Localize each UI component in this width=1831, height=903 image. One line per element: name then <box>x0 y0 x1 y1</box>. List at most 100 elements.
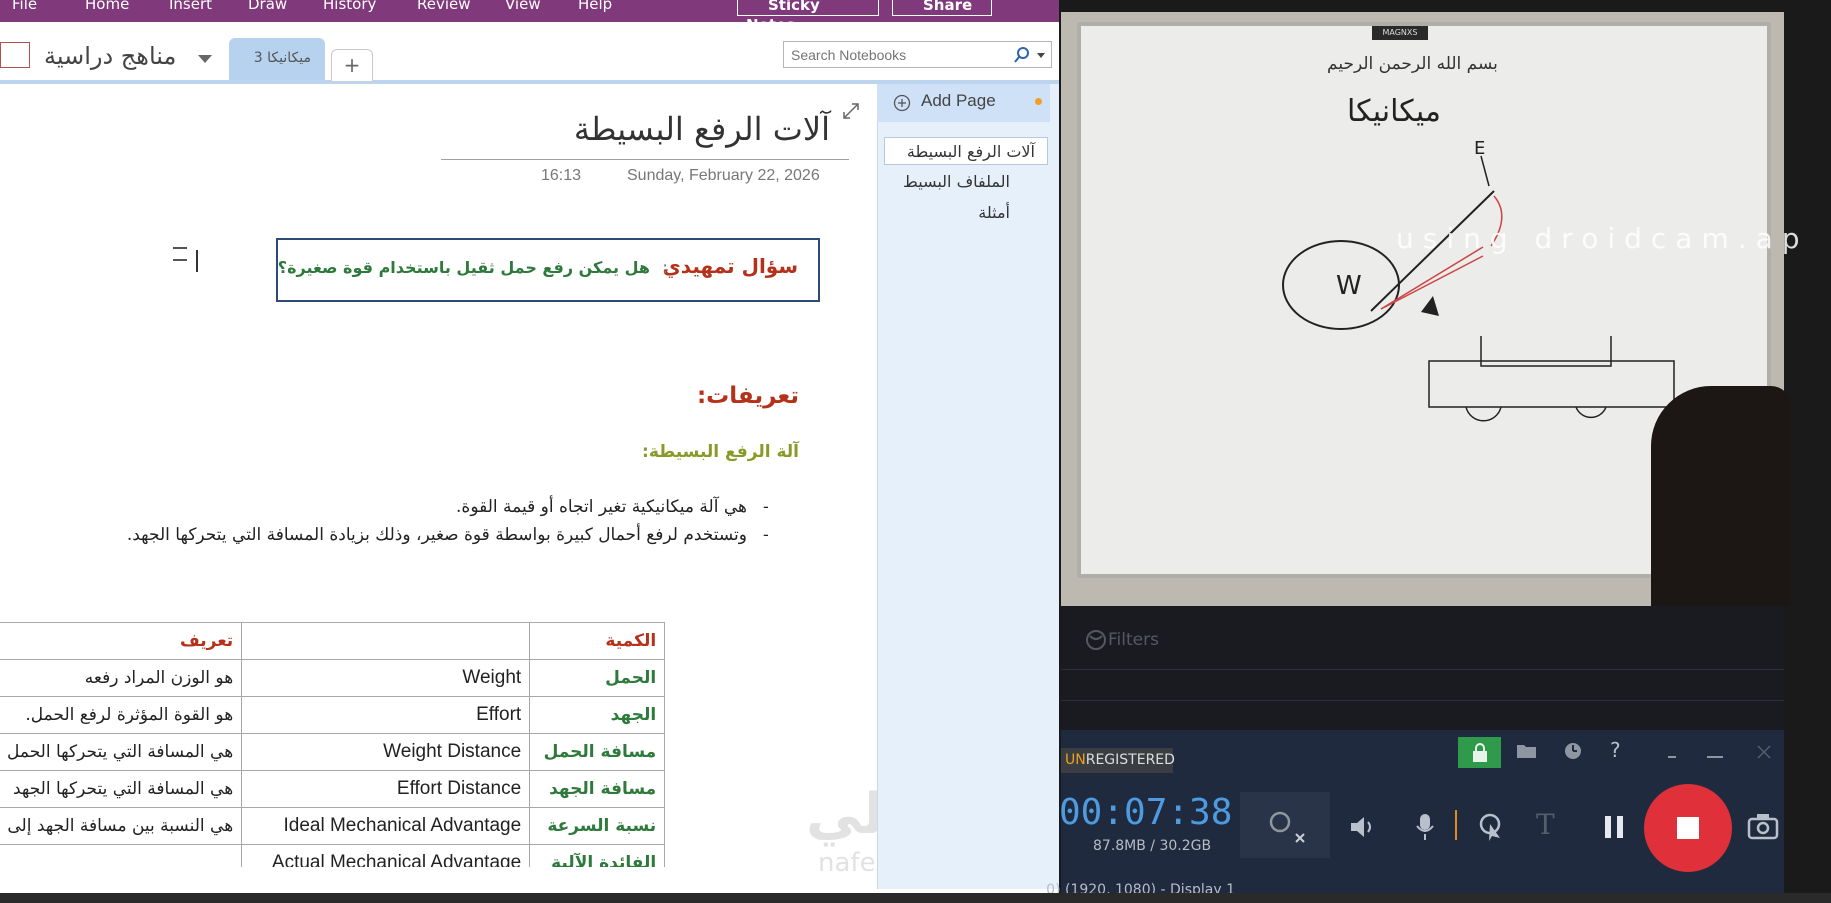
folder-icon[interactable] <box>1516 742 1538 760</box>
add-circle-icon <box>893 94 911 112</box>
menu-history[interactable]: History <box>323 0 376 13</box>
stop-recording-button[interactable] <box>1644 784 1732 872</box>
whiteboard-image: MAGNXS بسم الله الرحمن الرحيم ميكانيكا W… <box>1077 22 1791 606</box>
cell-definition[interactable]: هي المسافة التي يتحركها الحمل <box>0 733 243 771</box>
cell-definition[interactable]: هي النسبة بين مسافة الجهد إلى <box>0 807 243 845</box>
unregistered-suffix: REGISTERED <box>1085 752 1175 768</box>
notebook-selector[interactable]: مناهج دراسية <box>44 42 176 70</box>
bullet-marker: - <box>763 497 769 517</box>
intro-question-box[interactable]: سؤال تمهيدي : هل يمكن رفع حمل ثقيل باستخ… <box>276 238 820 302</box>
close-icon[interactable] <box>1757 745 1771 759</box>
header-quantity[interactable]: الكمية <box>529 622 666 660</box>
search-icon[interactable] <box>1014 47 1030 63</box>
menu-insert[interactable]: Insert <box>169 0 212 13</box>
menu-file[interactable]: File <box>12 0 37 13</box>
add-section-button[interactable]: + <box>331 49 373 81</box>
table-row: هي النسبة بين مسافة الجهد إلى Ideal Mech… <box>0 807 666 845</box>
add-page-label: Add Page <box>921 91 996 110</box>
minimize-icon[interactable] <box>1707 756 1723 758</box>
chevron-down-icon[interactable] <box>198 55 212 63</box>
storage-usage: 87.8MB / 30.2GB <box>1093 838 1212 854</box>
cell-english[interactable]: Weight Distance <box>241 733 531 771</box>
cell-definition[interactable]: هو الوزن المراد رفعه <box>0 659 243 697</box>
cell-english[interactable]: Effort Distance <box>241 770 531 808</box>
search-scope-chevron-icon[interactable] <box>1037 53 1045 58</box>
camera-snapshot-icon[interactable] <box>1747 812 1779 840</box>
unsynced-dot-icon <box>1035 98 1042 105</box>
question-text: هل يمكن رفع حمل ثقيل باستخدام قوة صغيرة؟ <box>277 258 650 277</box>
cell-english[interactable]: Effort <box>241 696 531 734</box>
tab-section-mechanics[interactable]: ميكانيكا 3 <box>229 38 325 80</box>
menu-draw[interactable]: Draw <box>248 0 287 13</box>
page-title[interactable]: آلات الرفع البسيطة <box>560 110 830 148</box>
settings-dot-icon[interactable] <box>1668 756 1676 758</box>
droidcam-overlay: using droidcam.ap <box>1396 222 1809 255</box>
webcam-off-icon <box>1269 811 1305 843</box>
filters-label[interactable]: Filters <box>1108 630 1159 650</box>
cell-english[interactable]: Weight <box>241 659 531 697</box>
cell-quantity[interactable]: مسافة الجهد <box>529 770 666 808</box>
page-item-active[interactable]: آلات الرفع البسيطة <box>884 137 1048 165</box>
stop-icon <box>1677 817 1699 839</box>
cell-quantity[interactable]: الجهد <box>529 696 666 734</box>
definitions-heading: تعريفات: <box>696 383 799 409</box>
definitions-table: تعريف الكمية هو الوزن المراد رفعه Weight… <box>0 622 666 882</box>
help-icon[interactable]: ? <box>1610 738 1621 762</box>
cell-quantity[interactable]: الحمل <box>529 659 666 697</box>
text-tool-icon[interactable]: T <box>1536 808 1555 841</box>
menu-view[interactable]: View <box>505 0 541 13</box>
divider <box>1061 700 1784 701</box>
table-row: هو الوزن المراد رفعه Weight الحمل <box>0 659 666 697</box>
menu-review[interactable]: Review <box>417 0 471 13</box>
header-definition[interactable]: تعريف <box>0 622 243 660</box>
onenote-window: File Home Insert Draw History Review Vie… <box>0 0 1059 893</box>
cell-english[interactable]: Ideal Mechanical Advantage <box>241 807 531 845</box>
cursor-highlight-icon[interactable] <box>1476 812 1504 842</box>
bullet-item[interactable]: وتستخدم لرفع أحمال كبيرة بواسطة قوة صغير… <box>90 525 747 545</box>
notebook-icon[interactable] <box>0 42 30 68</box>
page-item-label: آلات الرفع البسيطة <box>906 142 1035 161</box>
add-page-button[interactable]: Add Page <box>877 84 1050 122</box>
cell-definition[interactable]: هو القوة المؤثرة لرفع الحمل. <box>0 696 243 734</box>
paragraph-handle-icon[interactable] <box>173 247 187 261</box>
table-row: هو القوة المؤثرة لرفع الحمل. Effort الجه… <box>0 696 666 734</box>
speaker-icon[interactable] <box>1349 814 1377 840</box>
simple-machine-heading: آلة الرفع البسيطة: <box>642 442 799 462</box>
expand-icon[interactable] <box>842 102 860 120</box>
page-item[interactable]: الملفاف البسيط <box>880 172 1010 191</box>
bullet-item[interactable]: هي آلة ميكانيكية تغير اتجاه أو قيمة القو… <box>390 497 747 517</box>
cell-quantity[interactable]: مسافة الحمل <box>529 733 666 771</box>
title-underline <box>441 159 849 160</box>
schedule-clock-icon[interactable] <box>1563 741 1583 761</box>
header-english[interactable] <box>241 622 531 660</box>
search-box <box>783 41 1052 68</box>
sticky-notes-button[interactable]: Sticky Notes <box>737 0 879 34</box>
webcam-toggle[interactable] <box>1240 792 1330 858</box>
ribbon-menu-bar: File Home Insert Draw History Review Vie… <box>0 0 1059 34</box>
pause-icon[interactable] <box>1603 814 1625 840</box>
share-label: Share <box>923 0 973 14</box>
page-time: 16:13 <box>541 167 582 184</box>
filters-icon[interactable] <box>1085 629 1107 651</box>
page-item[interactable]: أمثلة <box>880 203 1010 222</box>
table-row: هي المسافة التي يتحركها الجهد Effort Dis… <box>0 770 666 808</box>
question-label: سؤال تمهيدي <box>662 254 798 278</box>
cell-definition[interactable]: هي المسافة التي يتحركها الجهد <box>0 770 243 808</box>
mic-level-meter <box>1455 810 1457 840</box>
label-effort: E <box>1474 138 1486 159</box>
menu-help[interactable]: Help <box>578 0 612 13</box>
search-input[interactable] <box>789 46 1003 64</box>
text-cursor-icon <box>196 250 198 272</box>
page-date: Sunday, February 22, 2026 <box>627 167 820 184</box>
share-button[interactable]: Share <box>892 0 992 16</box>
menu-home[interactable]: Home <box>85 0 129 13</box>
microphone-icon[interactable] <box>1414 812 1436 842</box>
taskbar-strip <box>0 893 1831 903</box>
cell-quantity[interactable]: نسبة السرعة <box>529 807 666 845</box>
label-weight: W <box>1336 271 1362 301</box>
unregistered-badge[interactable]: UNREGISTERED <box>1061 748 1175 773</box>
bullet-marker: - <box>763 525 769 545</box>
hand-image <box>1651 386 1791 606</box>
lock-icon <box>1473 743 1487 762</box>
lock-button[interactable] <box>1458 737 1501 768</box>
